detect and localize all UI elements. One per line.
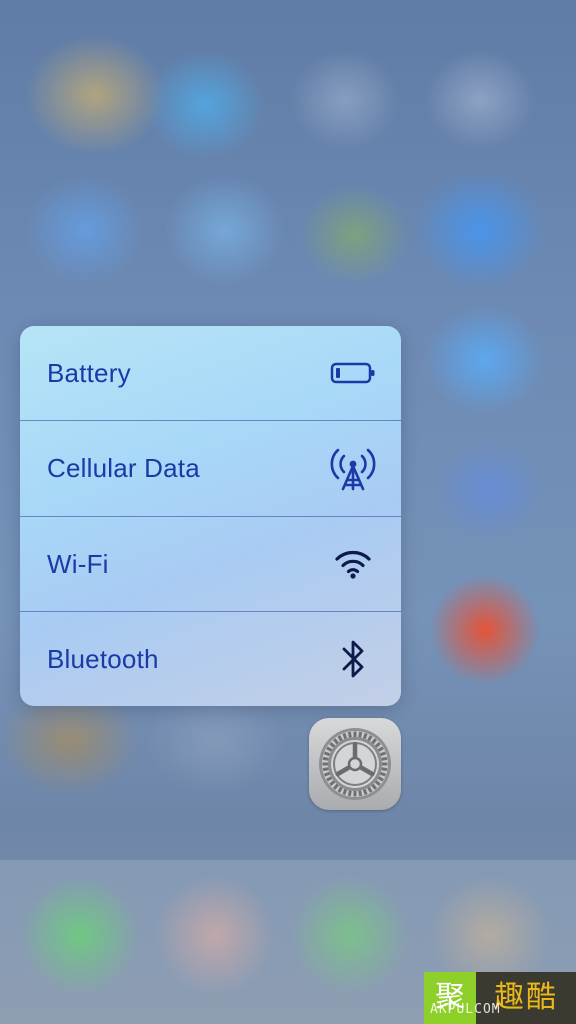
battery-icon: [327, 347, 379, 399]
settings-gear-icon: [319, 728, 391, 800]
gear-tooth: [323, 771, 331, 777]
gear-tooth: [362, 732, 368, 740]
gear-tooth: [358, 790, 363, 797]
gear-tooth: [322, 767, 329, 772]
gear-tooth: [358, 731, 363, 738]
gear-tooth: [342, 788, 348, 796]
quick-action-label: Bluetooth: [47, 643, 159, 674]
quick-action-battery[interactable]: Battery: [20, 326, 401, 420]
watermark-domain: AKPULCOM: [430, 1002, 501, 1017]
gear-tooth: [379, 771, 387, 777]
quick-action-label: Battery: [47, 357, 131, 388]
gear-tooth: [322, 756, 329, 761]
gear-tooth: [381, 756, 388, 761]
gear-tooth: [347, 790, 352, 797]
quick-action-label: Cellular Data: [47, 452, 200, 483]
cellular-antenna-icon: [327, 442, 379, 494]
quick-actions-menu: Battery Cellular Data Wi-Fi Bluetooth: [20, 326, 401, 706]
quick-action-wifi[interactable]: Wi-Fi: [20, 517, 401, 611]
quick-action-label: Wi-Fi: [47, 548, 109, 579]
quick-action-bluetooth[interactable]: Bluetooth: [20, 612, 401, 706]
wifi-icon: [327, 538, 379, 590]
settings-app-icon[interactable]: [309, 718, 401, 810]
quick-action-cellular-data[interactable]: Cellular Data: [20, 421, 401, 515]
bluetooth-icon: [327, 633, 379, 685]
gear-tooth: [323, 751, 331, 757]
gear-tooth: [347, 731, 352, 738]
gear-tooth: [342, 732, 348, 740]
gear-tooth: [381, 767, 388, 772]
gear-tooth: [362, 788, 368, 796]
gear-tooth: [379, 751, 387, 757]
